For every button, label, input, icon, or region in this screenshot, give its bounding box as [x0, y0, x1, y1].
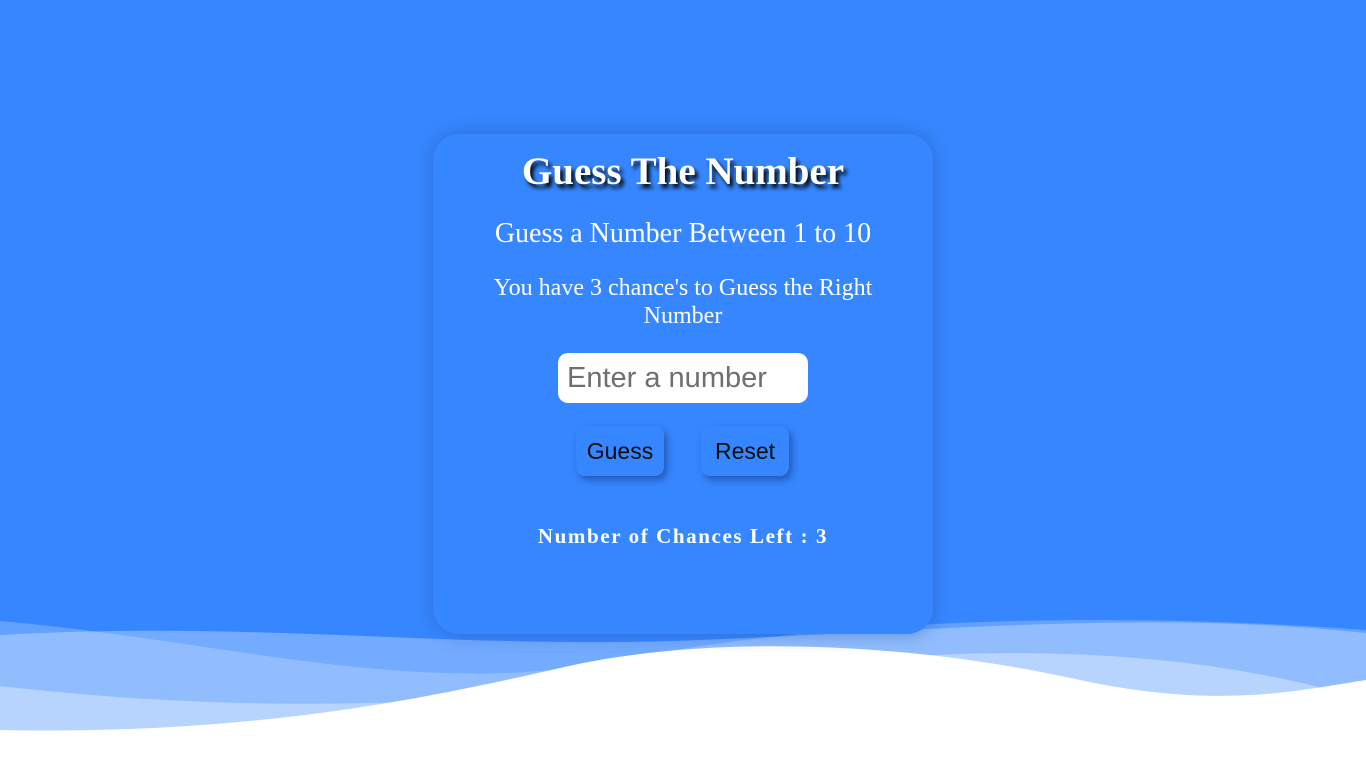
- guess-button[interactable]: Guess: [576, 426, 664, 476]
- reset-button[interactable]: Reset: [701, 426, 789, 476]
- instruction-text: Guess a Number Between 1 to 10: [494, 218, 872, 249]
- chances-left-status: Number of Chances Left : 3: [537, 524, 829, 548]
- chances-info-text: You have 3 chance's to Guess the Right N…: [493, 275, 873, 329]
- page-title: Guess The Number: [521, 150, 845, 193]
- number-input[interactable]: [558, 353, 808, 403]
